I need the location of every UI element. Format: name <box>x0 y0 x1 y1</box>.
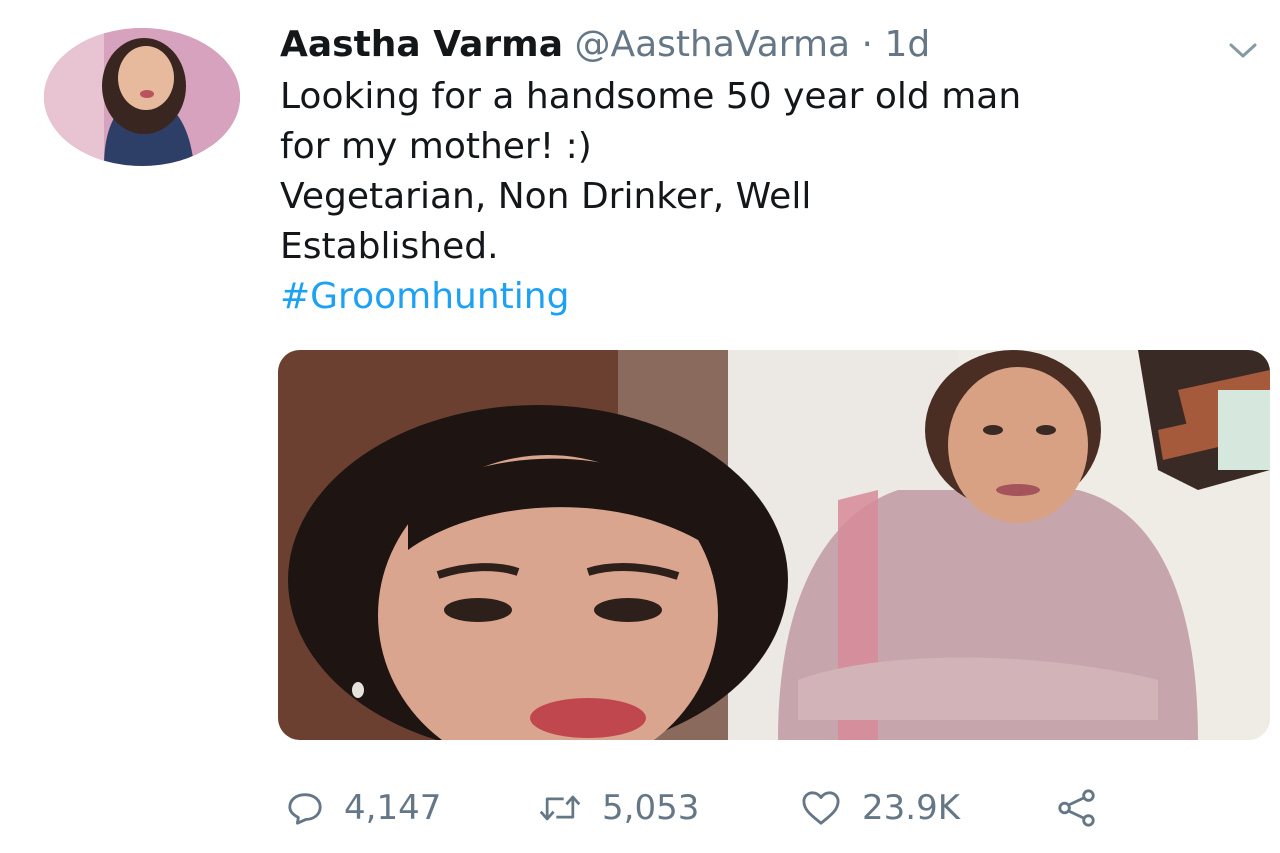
author-handle[interactable]: @AasthaVarma <box>574 24 850 65</box>
retweet-button[interactable]: 5,053 <box>538 782 699 834</box>
tweet-text-line: Established. <box>280 226 499 267</box>
author-name[interactable]: Aastha Varma <box>280 24 563 65</box>
tweet-text-line: Looking for a handsome 50 year old man <box>280 76 1022 117</box>
reply-count: 4,147 <box>344 788 442 828</box>
avatar[interactable] <box>44 28 240 166</box>
tweet-photo[interactable] <box>278 350 1270 740</box>
chevron-down-icon[interactable] <box>1226 38 1260 62</box>
reply-icon <box>286 789 324 827</box>
tweet-text-line: Vegetarian, Non Drinker, Well <box>280 176 812 217</box>
retweet-count: 5,053 <box>602 788 700 828</box>
like-icon <box>800 789 842 827</box>
share-icon <box>1056 787 1098 829</box>
tweet-text-line: for my mother! :) <box>280 126 592 167</box>
reply-button[interactable]: 4,147 <box>286 782 441 834</box>
retweet-icon <box>538 789 582 827</box>
share-button[interactable] <box>1056 782 1098 834</box>
hashtag-link[interactable]: #Groomhunting <box>280 272 1270 322</box>
separator-dot: · <box>861 24 873 65</box>
like-button[interactable]: 23.9K <box>800 782 960 834</box>
tweet-text: Looking for a handsome 50 year old man f… <box>280 72 1270 322</box>
tweet-time[interactable]: 1d <box>884 24 930 65</box>
like-count: 23.9K <box>862 788 960 828</box>
tweet-header: Aastha Varma @AasthaVarma · 1d <box>280 22 930 68</box>
